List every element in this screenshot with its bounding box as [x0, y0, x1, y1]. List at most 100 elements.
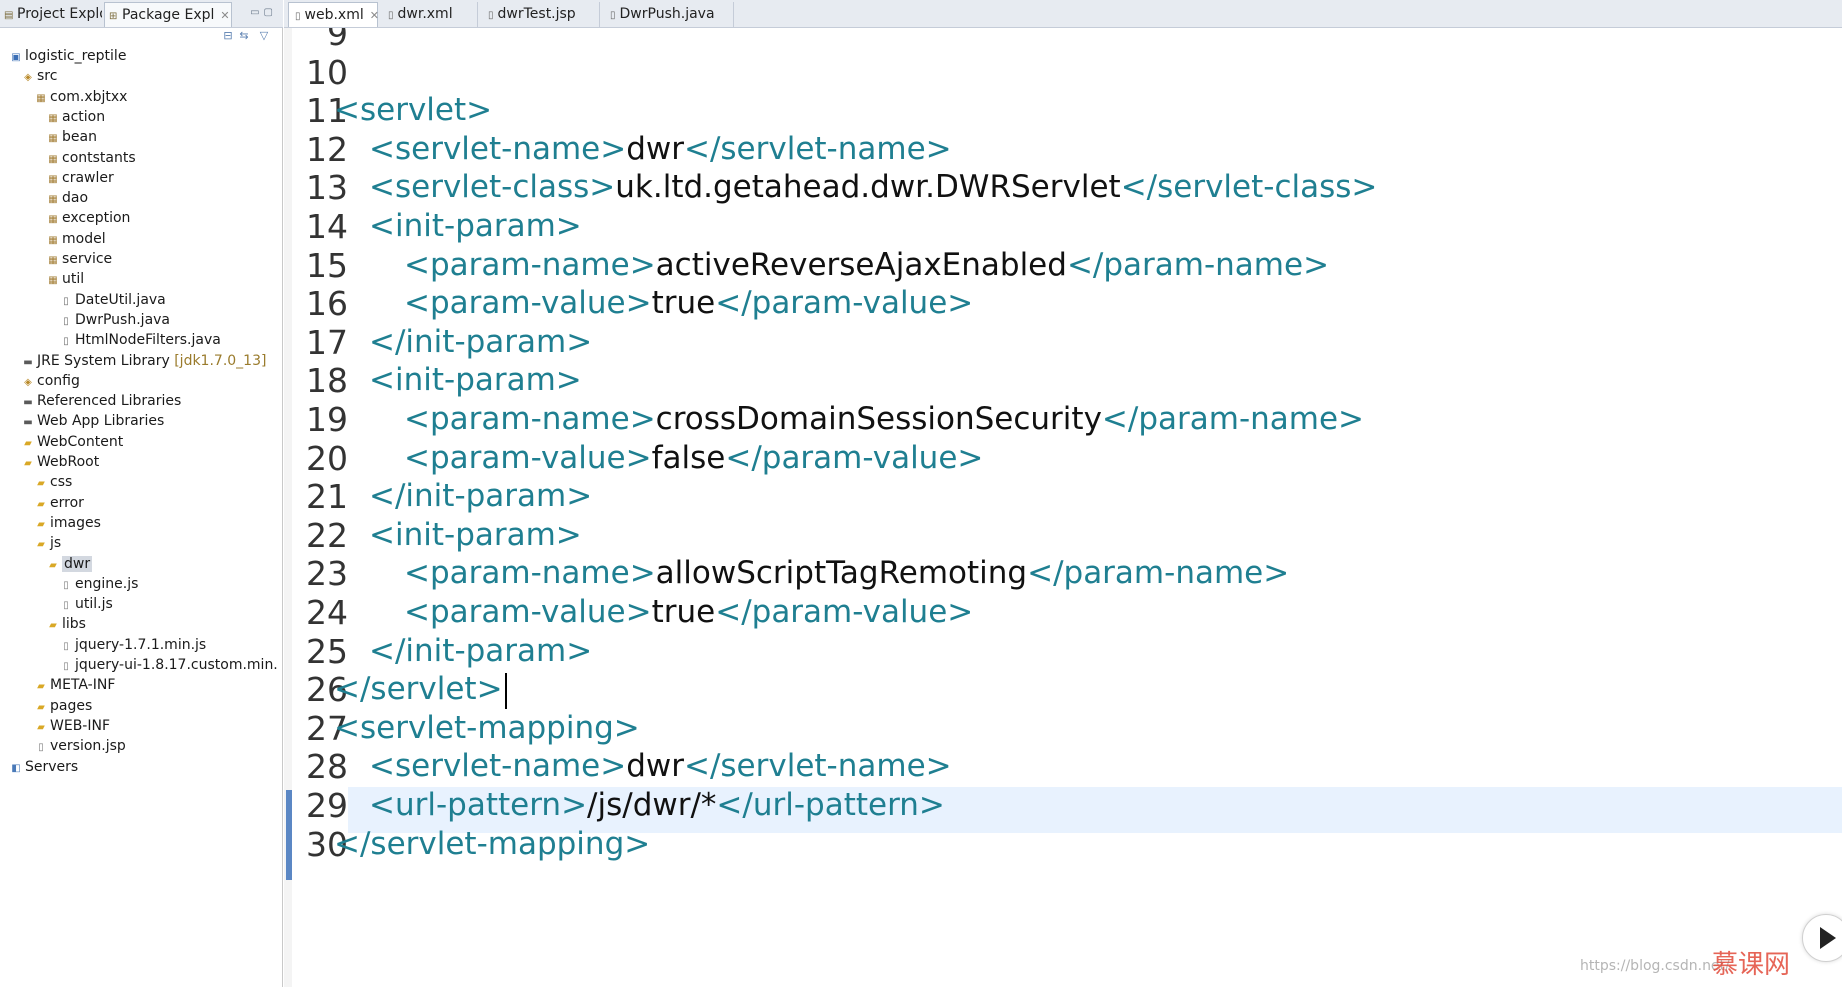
- xml-tag: </param-name>: [1101, 401, 1365, 437]
- editor-tab[interactable]: ▯ web.xml ✕: [288, 2, 379, 27]
- xml-tag: </servlet>: [334, 671, 503, 708]
- code-line[interactable]: 30 </servlet-mapping>: [284, 822, 1842, 867]
- view-menu-icon[interactable]: ▽: [258, 30, 270, 42]
- tree-item[interactable]: ▰ css: [35, 472, 72, 493]
- xml-tag: <param-value>: [404, 285, 652, 322]
- tree-item-label: DateUtil.java: [75, 291, 166, 308]
- tree-item[interactable]: ▯ engine.js: [60, 574, 138, 595]
- tree-item[interactable]: ▣ logistic_reptile: [10, 46, 126, 67]
- site-logo: 慕课网: [1712, 950, 1791, 980]
- tree-item-label: DwrPush.java: [75, 311, 171, 328]
- link-with-editor-icon[interactable]: ⇆: [238, 30, 250, 42]
- js-file-icon: ▯: [63, 579, 69, 591]
- editor-tab[interactable]: ▯ DwrPush.java: [604, 2, 734, 27]
- tree-item[interactable]: ▰ WebRoot: [22, 452, 99, 473]
- tree-item-label: pages: [50, 697, 93, 714]
- folder-icon: ▰: [37, 498, 45, 510]
- close-icon[interactable]: ✕: [370, 9, 379, 22]
- tree-item-label: Referenced Libraries: [37, 393, 182, 410]
- tree-item-label: exception: [62, 210, 131, 227]
- package-icon: ▦: [48, 234, 58, 246]
- tree-item[interactable]: ▦ util: [47, 269, 84, 290]
- tree-item[interactable]: ▰ WebContent: [22, 432, 123, 453]
- file-icon: ▯: [388, 10, 394, 21]
- explorer-tabbar: ▤ Project Explo ⊞ Package Expl ✕ ▭▢: [0, 0, 283, 28]
- tree-item[interactable]: ▰ WEB-INF: [35, 716, 110, 737]
- tab-package-explorer[interactable]: ⊞ Package Expl ✕: [104, 2, 232, 27]
- tree-item[interactable]: ▰ dwr: [47, 554, 93, 575]
- tree-item[interactable]: ▰ images: [35, 513, 101, 534]
- xml-tag: </servlet-name>: [683, 748, 952, 785]
- tree-item[interactable]: ▰ error: [35, 493, 84, 514]
- library-icon: ▬: [23, 417, 33, 429]
- tree-item[interactable]: ▦ service: [47, 249, 112, 270]
- xml-tag: <param-name>: [404, 246, 656, 283]
- tree-item[interactable]: ▬ JRE System Library [jdk1.7.0_13]: [22, 351, 266, 372]
- java-file-icon: ▯: [63, 295, 69, 307]
- tree-item[interactable]: ▬ Web App Libraries: [22, 411, 164, 432]
- tree-item-label: libs: [62, 616, 86, 633]
- tree-item[interactable]: ▦ dao: [47, 188, 88, 209]
- tree-item-label: crawler: [62, 169, 114, 186]
- xml-tag: <url-pattern>: [369, 787, 588, 823]
- tree-item[interactable]: ◧ Servers: [10, 757, 78, 778]
- tree-item-label: JRE System Library: [37, 352, 170, 369]
- xml-tag: <servlet-class>: [369, 169, 616, 206]
- tree-item-label: WEB-INF: [50, 717, 110, 734]
- tree-item[interactable]: ▯ HtmlNodeFilters.java: [60, 330, 221, 351]
- tree-item[interactable]: ▰ libs: [47, 614, 86, 635]
- xml-tag: </url-pattern>: [716, 787, 945, 823]
- tree-item[interactable]: ▰ js: [35, 533, 61, 554]
- tree-item-label: model: [62, 230, 106, 247]
- tree-item[interactable]: ▦ action: [47, 107, 105, 128]
- editor-tab[interactable]: ▯ dwr.xml: [382, 2, 478, 27]
- tree-item[interactable]: ▦ com.xbjtxx: [35, 87, 127, 108]
- tree-item-label: META-INF: [50, 677, 116, 694]
- package-icon: ▦: [36, 92, 46, 104]
- tree-item[interactable]: ▦ exception: [47, 208, 130, 229]
- package-icon: ▦: [48, 133, 58, 145]
- tree-item[interactable]: ▯ util.js: [60, 594, 113, 615]
- tree-item[interactable]: ▯ jquery-ui-1.8.17.custom.min.: [60, 655, 278, 676]
- tree-item[interactable]: ▦ bean: [47, 127, 97, 148]
- tree-item-label: jquery-1.7.1.min.js: [75, 636, 207, 653]
- xml-editor[interactable]: 9 10 11 <servlet> 12 <servlet-name>dwr</servl…: [284, 28, 1842, 987]
- xml-tag: <init-param>: [369, 362, 582, 399]
- tree-item[interactable]: ▦ contstants: [47, 148, 135, 169]
- package-icon: ▦: [48, 275, 58, 287]
- code-text: </servlet-mapping>: [334, 822, 650, 867]
- minimize-maximize-icon[interactable]: ▭▢: [250, 7, 277, 18]
- tab-project-explorer[interactable]: ▤ Project Explo: [0, 2, 102, 27]
- java-file-icon: ▯: [63, 336, 69, 348]
- tree-item[interactable]: ▯ jquery-1.7.1.min.js: [60, 635, 206, 656]
- tree-item-label: dao: [62, 190, 89, 207]
- tree-item-label: util: [62, 271, 85, 288]
- xml-tag: </param-value>: [725, 439, 984, 476]
- tree-item-label: version.jsp: [50, 738, 126, 755]
- xml-tag: </servlet-class>: [1120, 169, 1378, 206]
- package-icon: ▦: [48, 214, 58, 226]
- collapse-all-icon[interactable]: ⊟: [222, 30, 234, 42]
- tree-item[interactable]: ▯ version.jsp: [35, 736, 126, 757]
- library-icon: ▬: [23, 397, 33, 409]
- folder-icon: ▰: [37, 539, 45, 551]
- watermark-url: https://blog.csdn.net/: [1580, 958, 1730, 974]
- tree-item[interactable]: ▦ crawler: [47, 168, 114, 189]
- tree-item[interactable]: ▯ DwrPush.java: [60, 310, 170, 331]
- tree-item-label: dwr: [62, 555, 93, 572]
- tree-item[interactable]: ▦ model: [47, 229, 106, 250]
- tree-item[interactable]: ▰ META-INF: [35, 675, 115, 696]
- jsp-file-icon: ▯: [38, 742, 44, 754]
- folder-icon: ▰: [24, 437, 32, 449]
- tab-package-explorer-label: Package Expl: [122, 7, 215, 23]
- close-icon[interactable]: ✕: [220, 9, 229, 22]
- video-play-button[interactable]: [1802, 914, 1842, 962]
- tree-item[interactable]: ▯ DateUtil.java: [60, 290, 166, 311]
- tree-item[interactable]: ◈ config: [22, 371, 80, 392]
- tree-item[interactable]: ◈ src: [22, 66, 57, 87]
- editor-tab[interactable]: ▯ dwrTest.jsp: [482, 2, 600, 27]
- xml-tag: <servlet-name>: [369, 748, 627, 785]
- xml-tag: <servlet-mapping>: [334, 709, 640, 746]
- tree-item[interactable]: ▰ pages: [35, 696, 92, 717]
- tree-item[interactable]: ▬ Referenced Libraries: [22, 391, 181, 412]
